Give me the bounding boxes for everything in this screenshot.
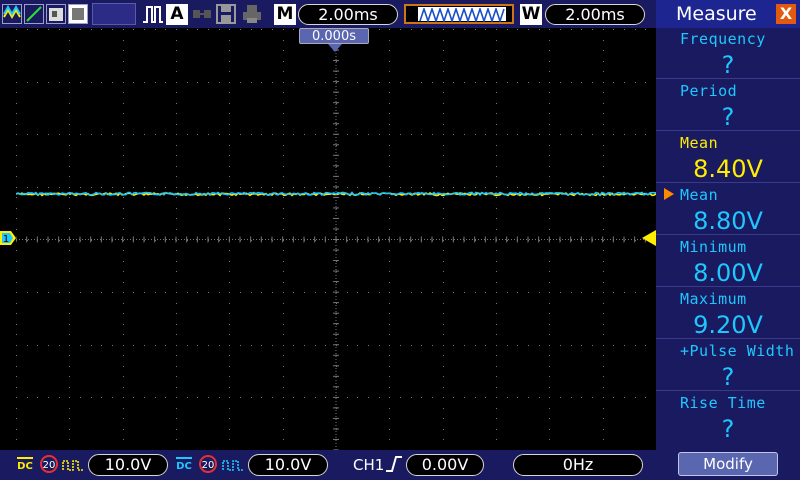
memory-window-selection	[418, 6, 506, 24]
reference-wave-icon[interactable]	[68, 4, 88, 24]
memory-position-strip[interactable]	[404, 4, 514, 24]
channel1-wave-icon[interactable]	[2, 4, 22, 24]
trigger-level-value[interactable]: 0.00V	[406, 454, 484, 476]
measure-label-pulse-width[interactable]: +Pulse Width	[656, 338, 800, 364]
ch1-ch2-trace	[16, 191, 656, 197]
ch2-invert-icon[interactable]	[222, 457, 244, 476]
close-button[interactable]: X	[776, 4, 796, 24]
measure-value-mean-ch1: 8.40V	[693, 155, 763, 183]
measure-label-minimum[interactable]: Minimum	[656, 234, 800, 260]
ch1-marker-label: 1	[3, 234, 9, 245]
measure-value-period: ?	[721, 103, 735, 131]
main-timebase-indicator: M	[274, 4, 296, 25]
ch1-coupling-icon[interactable]: DC	[16, 455, 34, 475]
waveform-screen[interactable]	[15, 28, 657, 451]
measure-value-pulse-width: ?	[721, 363, 735, 391]
measure-value-frequency: ?	[721, 51, 735, 79]
measure-label-rise-time[interactable]: Rise Time	[656, 390, 800, 416]
measure-label-frequency[interactable]: Frequency	[656, 26, 800, 52]
ch2-coupling-icon[interactable]: DC	[175, 455, 193, 475]
trigger-position-marker[interactable]	[328, 44, 342, 52]
print-icon[interactable]	[242, 4, 262, 24]
trigger-time-offset[interactable]: 0.000s	[299, 28, 369, 44]
measure-label-maximum[interactable]: Maximum	[656, 286, 800, 312]
measure-label-mean-ch2[interactable]: Mean	[656, 182, 800, 208]
ch1-bandwidth-limit-icon[interactable]: 20	[40, 455, 58, 473]
math-ramp-icon[interactable]	[24, 4, 44, 24]
trigger-source[interactable]: CH1	[353, 456, 384, 474]
measure-value-mean-ch2: 8.80V	[693, 207, 763, 235]
measure-label-period[interactable]: Period	[656, 78, 800, 104]
measure-panel-header: Measure X	[656, 0, 800, 28]
ch1-coupling-label: DC	[17, 461, 33, 472]
measure-value-rise-time: ?	[721, 415, 735, 443]
modify-button[interactable]: Modify	[678, 452, 778, 476]
pulse-icon[interactable]	[142, 4, 164, 24]
trigger-level-marker[interactable]	[642, 230, 656, 246]
window-timebase-value[interactable]: 2.00ms	[545, 4, 645, 25]
ch2-volts-per-div[interactable]: 10.0V	[248, 454, 328, 476]
ch1-ground-marker[interactable]: 1	[0, 231, 16, 245]
timebase-value[interactable]: 2.00ms	[298, 4, 398, 25]
measure-panel: Measure X Frequency ? Period ? Mean 8.40…	[656, 0, 800, 480]
graticule	[15, 28, 657, 451]
measure-value-maximum: 9.20V	[693, 311, 763, 339]
window-timebase-indicator: W	[520, 4, 542, 25]
measure-value-minimum: 8.00V	[693, 259, 763, 287]
ch1-invert-icon[interactable]	[62, 457, 84, 476]
rising-edge-icon[interactable]	[385, 455, 403, 477]
ch2-bandwidth-limit-icon[interactable]: 20	[199, 455, 217, 473]
status-field	[92, 3, 136, 25]
ch2-coupling-label: DC	[176, 461, 192, 472]
auto-mode-indicator[interactable]: A	[166, 4, 188, 25]
reference-icon[interactable]	[46, 4, 66, 24]
save-disk-icon[interactable]	[216, 4, 236, 24]
top-status-bar: A M 2.00ms W 2.00ms	[0, 0, 656, 28]
measure-panel-title: Measure	[676, 3, 757, 25]
network-icon	[192, 6, 212, 22]
measure-label-mean-ch1[interactable]: Mean	[656, 130, 800, 156]
ch1-volts-per-div[interactable]: 10.0V	[88, 454, 168, 476]
frequency-counter: 0Hz	[513, 454, 643, 476]
